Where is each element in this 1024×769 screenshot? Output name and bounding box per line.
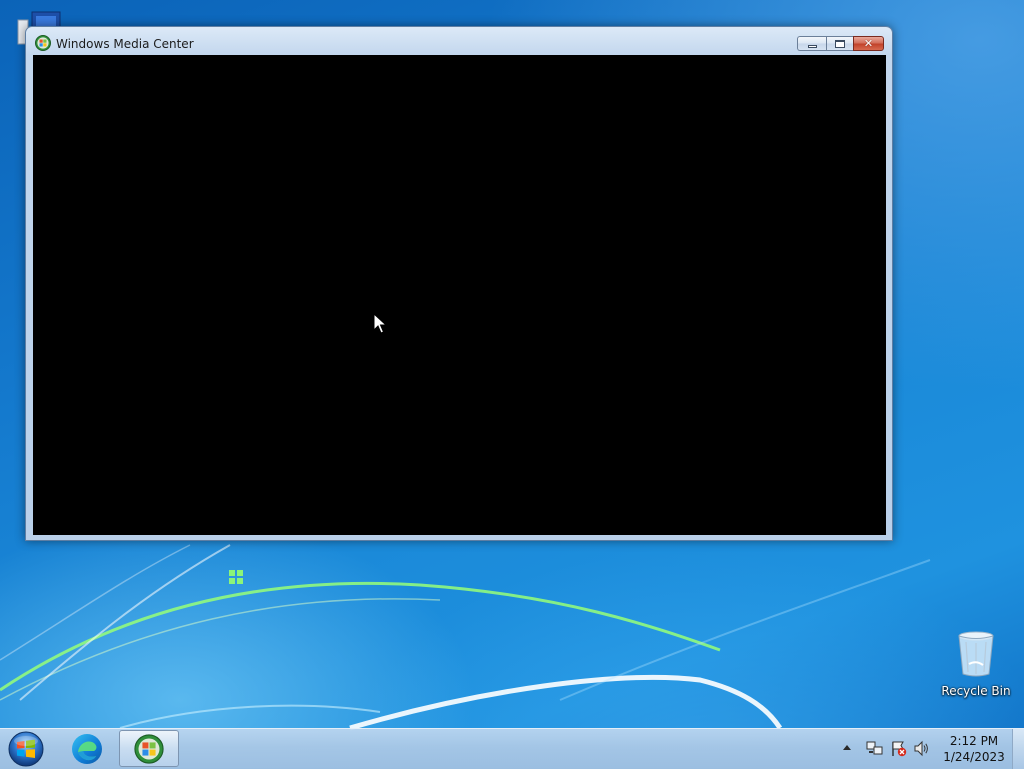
windows-media-center-icon [35, 35, 51, 51]
recycle-bin-label: Recycle Bin [941, 684, 1011, 698]
minimize-button[interactable] [797, 36, 826, 51]
edge-icon [72, 734, 102, 764]
media-center-window[interactable]: Windows Media Center ✕ [25, 26, 893, 541]
recycle-bin-icon [958, 631, 994, 677]
clock-date: 1/24/2023 [943, 750, 1005, 764]
window-titlebar[interactable]: Windows Media Center ✕ [26, 27, 892, 55]
start-button[interactable] [6, 730, 46, 768]
minimize-icon [807, 44, 817, 48]
window-title: Windows Media Center [56, 37, 194, 51]
show-hidden-icons-arrow[interactable] [842, 742, 852, 754]
close-icon: ✕ [863, 37, 874, 50]
system-clock[interactable]: 2:12 PM 1/24/2023 [940, 733, 1008, 765]
taskbar-app-windows-media-center[interactable] [119, 730, 179, 767]
taskbar: 2:12 PM 1/24/2023 [0, 728, 1024, 769]
volume-icon[interactable] [913, 740, 930, 757]
mouse-cursor-icon [373, 313, 387, 334]
taskbar-app-edge[interactable] [63, 730, 111, 767]
media-center-content-area[interactable] [33, 55, 886, 535]
close-button[interactable]: ✕ [853, 36, 884, 51]
action-center-icon[interactable] [890, 740, 907, 757]
maximize-button[interactable] [826, 36, 853, 51]
clock-time: 2:12 PM [949, 734, 999, 748]
maximize-icon [835, 39, 845, 48]
network-icon[interactable] [866, 740, 883, 757]
windows-media-center-icon [134, 734, 164, 764]
caption-buttons: ✕ [797, 36, 884, 52]
desktop-icon-recycle-bin[interactable]: Recycle Bin [938, 630, 1014, 698]
show-desktop-button[interactable] [1012, 729, 1024, 769]
